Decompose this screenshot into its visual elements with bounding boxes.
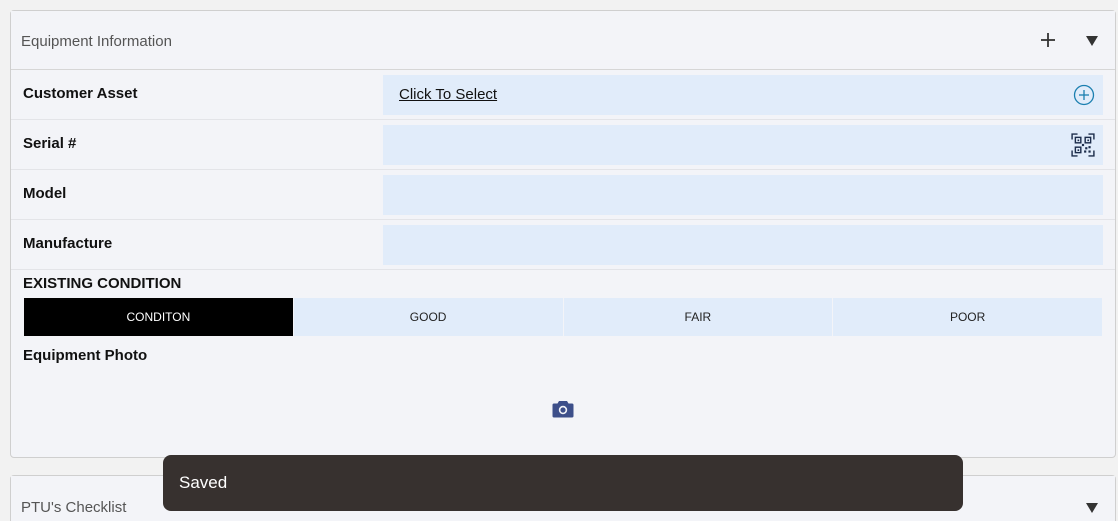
add-circle-icon[interactable] (1073, 84, 1095, 106)
serial-label: Serial # (23, 135, 77, 152)
panel-title: Equipment Information (21, 33, 172, 50)
manufacture-label: Manufacture (23, 235, 113, 252)
add-icon[interactable] (1039, 31, 1057, 49)
customer-asset-label: Customer Asset (23, 85, 138, 102)
chevron-down-icon[interactable] (1085, 35, 1099, 47)
model-label: Model (23, 185, 67, 202)
manufacture-field[interactable] (383, 225, 1103, 265)
existing-condition-selector: CONDITON GOOD FAIR POOR (24, 298, 1102, 336)
equipment-information-panel: Equipment Information Customer Asset Cli… (10, 10, 1116, 458)
customer-asset-field[interactable]: Click To Select (383, 75, 1103, 115)
existing-condition-label: EXISTING CONDITION (23, 275, 182, 292)
model-field[interactable] (383, 175, 1103, 215)
model-row: Model (11, 170, 1115, 220)
equipment-panel-header[interactable]: Equipment Information (11, 11, 1115, 70)
equipment-photo-label: Equipment Photo (23, 347, 148, 364)
ptu-panel-title: PTU's Checklist (21, 499, 127, 516)
customer-asset-row: Customer Asset Click To Select (11, 70, 1115, 120)
manufacture-row: Manufacture (11, 220, 1115, 270)
serial-row: Serial # (11, 120, 1115, 170)
toast-message: Saved (179, 473, 228, 492)
customer-asset-select-link[interactable]: Click To Select (399, 86, 497, 103)
serial-field[interactable] (383, 125, 1103, 165)
qr-code-icon[interactable] (1071, 133, 1095, 157)
condition-option-conditon[interactable]: CONDITON (24, 298, 294, 336)
condition-option-poor[interactable]: POOR (833, 298, 1102, 336)
chevron-down-icon[interactable] (1085, 502, 1099, 514)
condition-option-fair[interactable]: FAIR (563, 298, 834, 336)
condition-option-good[interactable]: GOOD (293, 298, 564, 336)
saved-toast: Saved (163, 455, 963, 511)
camera-icon[interactable] (552, 399, 574, 419)
